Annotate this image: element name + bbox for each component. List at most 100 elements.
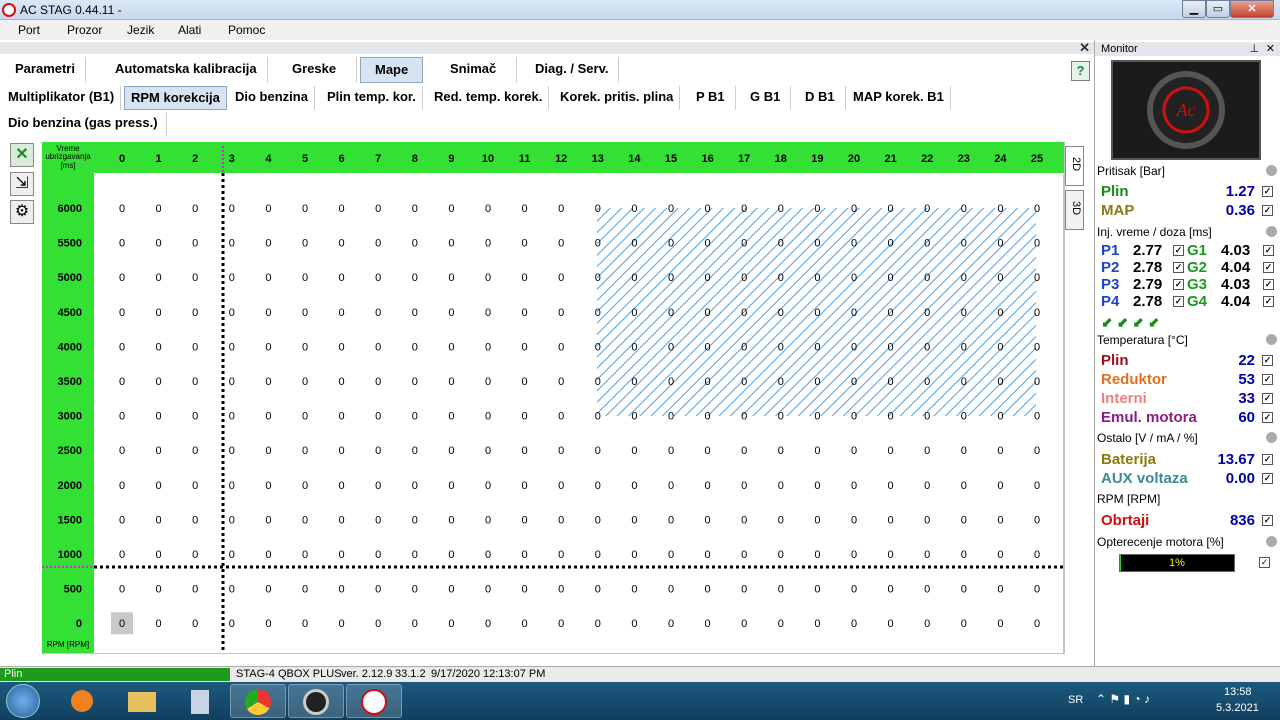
subtab-d-b1[interactable]: D B1 — [795, 86, 846, 110]
tab-mape[interactable]: Mape — [360, 57, 424, 83]
language-indicator[interactable]: SR — [1068, 694, 1083, 706]
collapse-icon[interactable] — [1266, 432, 1277, 443]
monitor-close-icon[interactable]: ✕ — [1266, 42, 1275, 56]
gas-injector-label: G4 — [1187, 293, 1208, 310]
checkbox[interactable]: ✓ — [1262, 393, 1273, 404]
column-header: 23 — [958, 153, 970, 165]
checkbox[interactable]: ✓ — [1262, 374, 1273, 385]
ac-stag-icon[interactable] — [346, 684, 402, 718]
maximize-button[interactable]: ▭ — [1206, 0, 1230, 18]
subtab-map-korek-b1[interactable]: MAP korek. B1 — [847, 86, 951, 110]
export-icon[interactable]: ⇲ — [10, 172, 34, 196]
close-panel-icon[interactable]: ✕ — [1079, 40, 1090, 56]
checkbox[interactable]: ✓ — [1262, 412, 1273, 423]
media-player-icon[interactable] — [54, 684, 110, 718]
collapse-icon[interactable] — [1266, 334, 1277, 345]
pressure-map-row: MAP 0.36 ✓ — [1101, 202, 1273, 219]
grid-cell: 0 — [851, 480, 857, 492]
explorer-icon[interactable] — [114, 684, 170, 718]
grid-cell: 0 — [192, 480, 198, 492]
checkbox[interactable]: ✓ — [1173, 279, 1184, 290]
grid-cell: 0 — [888, 376, 894, 388]
grid-cell: 0 — [778, 618, 784, 630]
checkbox[interactable]: ✓ — [1262, 473, 1273, 484]
checkbox[interactable]: ✓ — [1262, 205, 1273, 216]
menu-port[interactable]: Port — [18, 23, 40, 37]
pin-icon[interactable]: ⊥ — [1249, 42, 1259, 56]
clear-icon[interactable]: ✕ — [10, 143, 34, 167]
collapse-icon[interactable] — [1266, 226, 1277, 237]
checkbox[interactable]: ✓ — [1263, 262, 1274, 273]
checkbox[interactable]: ✓ — [1263, 245, 1274, 256]
subtab-red-temp-korek[interactable]: Red. temp. korek. — [428, 86, 550, 110]
grid-cell: 0 — [156, 238, 162, 250]
checkbox[interactable]: ✓ — [1173, 245, 1184, 256]
subtab-dio-benzina-gas-press[interactable]: Dio benzina (gas press.) — [0, 112, 167, 136]
grid-cell: 0 — [339, 411, 345, 423]
grid-cell: 0 — [375, 411, 381, 423]
menu-prozor[interactable]: Prozor — [67, 23, 102, 37]
subtab-plin-temp-kor[interactable]: Plin temp. kor. — [321, 86, 423, 110]
grid-cell: 0 — [156, 376, 162, 388]
tray-icons[interactable]: ⌃ ⚑ ▮ ◔ ♪ — [1096, 692, 1150, 706]
subtab-multiplikator[interactable]: Multiplikator (B1) — [2, 86, 122, 110]
chrome-icon[interactable] — [230, 684, 286, 718]
recorder-icon[interactable] — [288, 684, 344, 718]
grid-cell: 0 — [522, 341, 528, 353]
clock-time[interactable]: 13:58 — [1224, 686, 1252, 698]
help-icon[interactable]: ? — [1071, 61, 1090, 81]
grid-cell: 0 — [851, 203, 857, 215]
grid-cell: 0 — [778, 307, 784, 319]
tab-diag-serv[interactable]: Diag. / Serv. — [525, 57, 620, 83]
checkbox[interactable]: ✓ — [1263, 296, 1274, 307]
collapse-icon[interactable] — [1266, 536, 1277, 547]
view-tab-2d[interactable]: 2D — [1065, 146, 1084, 186]
grid-cell: 0 — [888, 307, 894, 319]
menu-jezik[interactable]: Jezik — [127, 23, 154, 37]
checkbox[interactable]: ✓ — [1262, 355, 1273, 366]
checkbox[interactable]: ✓ — [1262, 515, 1273, 526]
tab-automatska-kalibracija[interactable]: Automatska kalibracija — [105, 57, 268, 83]
grid-cell: 0 — [888, 445, 894, 457]
checkbox[interactable]: ✓ — [1263, 279, 1274, 290]
grid-cell: 0 — [631, 549, 637, 561]
grid-cell: 0 — [485, 411, 491, 423]
menu-alati[interactable]: Alati — [178, 23, 201, 37]
rpm-correction-map[interactable]: Vremeubrizgavanja[ms]RPM [RPM]0 1 2 3 4 5 6 7 8 9… — [42, 142, 1066, 654]
subtab-korek-pritis-plina[interactable]: Korek. pritis. plina — [554, 86, 681, 110]
grid-cell: 0 — [595, 445, 601, 457]
checkbox[interactable]: ✓ — [1262, 186, 1273, 197]
clock-date[interactable]: 5.3.2021 — [1216, 702, 1259, 714]
checkbox[interactable]: ✓ — [1262, 454, 1273, 465]
menu-pomoc[interactable]: Pomoc — [228, 23, 265, 37]
grid-cell: 0 — [522, 549, 528, 561]
minimize-button[interactable]: ▁ — [1182, 0, 1206, 18]
load-checkbox[interactable]: ✓ — [1259, 557, 1270, 568]
subtab-g-b1[interactable]: G B1 — [740, 86, 792, 110]
grid-cell: 0 — [1034, 376, 1040, 388]
grid-cell: 0 — [265, 203, 271, 215]
subtab-p-b1[interactable]: P B1 — [686, 86, 736, 110]
tab-parametri[interactable]: Parametri — [5, 57, 86, 83]
subtab-rpm-korekcija[interactable]: RPM korekcija — [124, 86, 227, 110]
grid-cell: 0 — [997, 376, 1003, 388]
tab-snimac[interactable]: Snimač — [440, 57, 518, 83]
rpm-axis-label: RPM [RPM] — [47, 640, 89, 649]
checkbox[interactable]: ✓ — [1173, 262, 1184, 273]
calculator-icon[interactable] — [172, 684, 228, 718]
start-button[interactable] — [6, 684, 40, 718]
monitor-panel: Monitor ⊥ ✕ Ac Pritisak [Bar] Plin 1.27 ✓ … — [1094, 40, 1280, 666]
settings-icon[interactable]: ⚙ — [10, 200, 34, 224]
grid-cell: 0 — [119, 584, 125, 596]
view-tab-3d[interactable]: 3D — [1065, 190, 1084, 230]
collapse-icon[interactable] — [1266, 165, 1277, 176]
tab-greske[interactable]: Greske — [282, 57, 358, 83]
grid-cell: 0 — [595, 238, 601, 250]
subtab-dio-benzina[interactable]: Dio benzina — [229, 86, 315, 110]
grid-cell: 0 — [888, 514, 894, 526]
grid-cell: 0 — [448, 238, 454, 250]
grid-cell: 0 — [558, 272, 564, 284]
grid-cell: 0 — [888, 584, 894, 596]
checkbox[interactable]: ✓ — [1173, 296, 1184, 307]
close-button[interactable]: ✕ — [1230, 0, 1274, 18]
